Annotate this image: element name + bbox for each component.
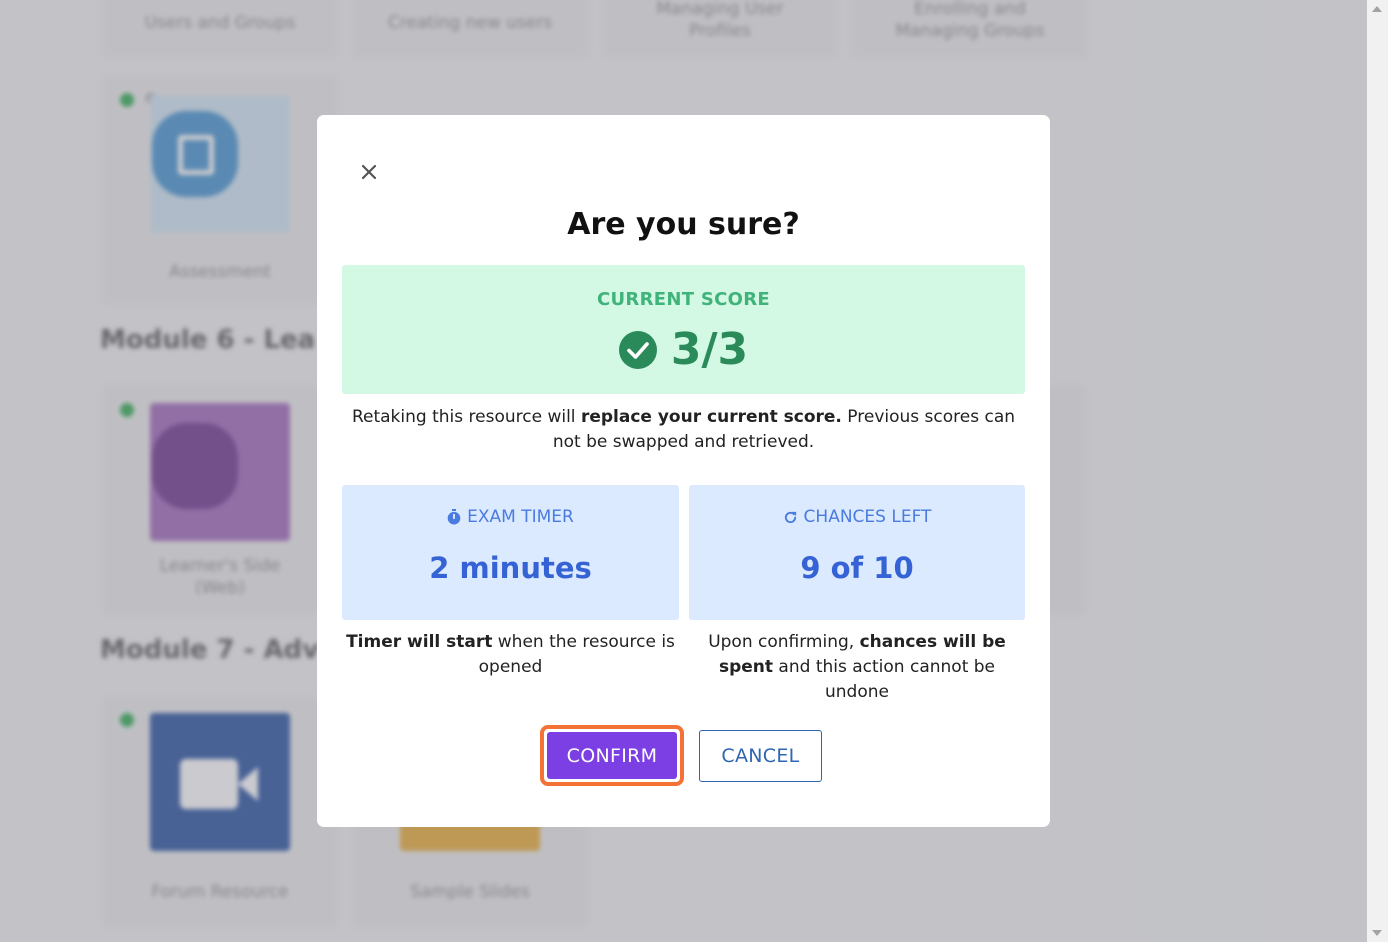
check-circle-icon [618, 331, 657, 369]
chances-note: Upon confirming, chances will be spent a… [689, 630, 1025, 705]
close-icon [361, 164, 377, 180]
timer-note-bold: Timer will start [346, 632, 493, 652]
exam-timer-panel: EXAM TIMER 2 minutes [342, 485, 679, 620]
current-score-row: 3/3 [342, 323, 1025, 377]
modal-title: Are you sure? [567, 207, 800, 242]
timer-note-text: when the resource is opened [478, 632, 675, 677]
scroll-down-arrow-icon[interactable] [1372, 930, 1382, 936]
retake-warning-text: Retaking this resource will replace your… [342, 405, 1025, 455]
confirm-button[interactable]: CONFIRM [547, 732, 677, 779]
current-score-panel: CURRENT SCORE 3/3 [342, 265, 1025, 394]
exam-timer-label: EXAM TIMER [467, 507, 574, 527]
exam-timer-header: EXAM TIMER [342, 507, 679, 527]
page-scrollbar[interactable] [1367, 0, 1388, 942]
current-score-value: 3/3 [670, 324, 749, 375]
retake-confirm-modal: Are you sure? CURRENT SCORE 3/3 Retaking… [317, 115, 1050, 827]
warning-text-part: Retaking this resource will [351, 407, 581, 427]
close-button[interactable] [358, 161, 380, 183]
scroll-up-arrow-icon[interactable] [1372, 6, 1382, 12]
chances-note-text: Upon confirming, [708, 632, 860, 652]
confirm-button-highlight: CONFIRM [540, 725, 684, 786]
current-score-label: CURRENT SCORE [597, 289, 770, 310]
timer-note: Timer will start when the resource is op… [342, 630, 679, 680]
warning-text-bold: replace your current score. [580, 407, 842, 427]
stopwatch-icon [447, 509, 461, 525]
chances-left-header: CHANCES LEFT [689, 507, 1025, 527]
cancel-button[interactable]: CANCEL [699, 730, 822, 782]
chances-left-value: 9 of 10 [800, 551, 914, 585]
chances-note-text: and this action cannot be undone [773, 657, 996, 702]
chances-left-panel: CHANCES LEFT 9 of 10 [689, 485, 1025, 620]
chances-left-label: CHANCES LEFT [803, 507, 932, 527]
refresh-icon [784, 511, 796, 523]
exam-timer-value: 2 minutes [429, 551, 592, 585]
